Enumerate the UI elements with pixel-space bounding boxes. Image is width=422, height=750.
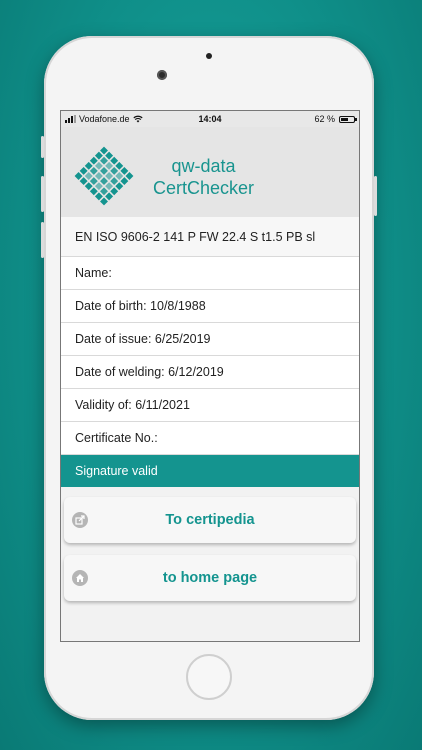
battery-icon — [339, 115, 357, 123]
certificate-designation: EN ISO 9606-2 141 P FW 22.4 S t1.5 PB sl — [61, 217, 359, 257]
power-button — [374, 176, 377, 216]
field-date-of-birth: Date of birth: 10/8/1988 — [61, 290, 359, 323]
home-page-button[interactable]: to home page — [64, 555, 356, 601]
status-bar: Vodafone.de 14:04 62 % — [61, 111, 359, 127]
carrier-label: Vodafone.de — [79, 114, 130, 124]
share-icon — [72, 512, 88, 528]
status-time: 14:04 — [198, 114, 222, 124]
volume-up-button — [41, 176, 44, 212]
diamond-grid-logo-icon — [74, 146, 134, 206]
action-area: To certipedia to home page — [61, 487, 359, 641]
front-camera — [157, 70, 167, 80]
speaker — [206, 53, 212, 59]
field-name: Name: — [61, 257, 359, 290]
signal-icon — [65, 115, 76, 123]
signature-status-badge: Signature valid — [61, 455, 359, 487]
home-page-label: to home page — [162, 570, 258, 586]
field-date-of-issue: Date of issue: 6/25/2019 — [61, 323, 359, 356]
to-certipedia-label: To certipedia — [165, 512, 255, 528]
battery-percent: 62 % — [314, 114, 335, 124]
screen: Vodafone.de 14:04 62 % qw-data CertCheck… — [60, 110, 360, 642]
volume-down-button — [41, 222, 44, 258]
phone-frame: Vodafone.de 14:04 62 % qw-data CertCheck… — [41, 36, 377, 720]
app-title-line1: qw-data — [171, 156, 236, 176]
field-validity: Validity of: 6/11/2021 — [61, 389, 359, 422]
app-title: qw-data CertChecker — [153, 155, 254, 199]
to-certipedia-button[interactable]: To certipedia — [64, 497, 356, 543]
field-date-of-welding: Date of welding: 6/12/2019 — [61, 356, 359, 389]
app-title-line2: CertChecker — [153, 178, 255, 198]
wifi-icon — [132, 115, 143, 123]
home-hardware-button[interactable] — [186, 654, 232, 700]
field-certificate-no: Certificate No.: — [61, 422, 359, 455]
home-icon — [72, 570, 88, 586]
app-header: qw-data CertChecker — [61, 127, 359, 217]
silent-switch — [41, 136, 44, 158]
